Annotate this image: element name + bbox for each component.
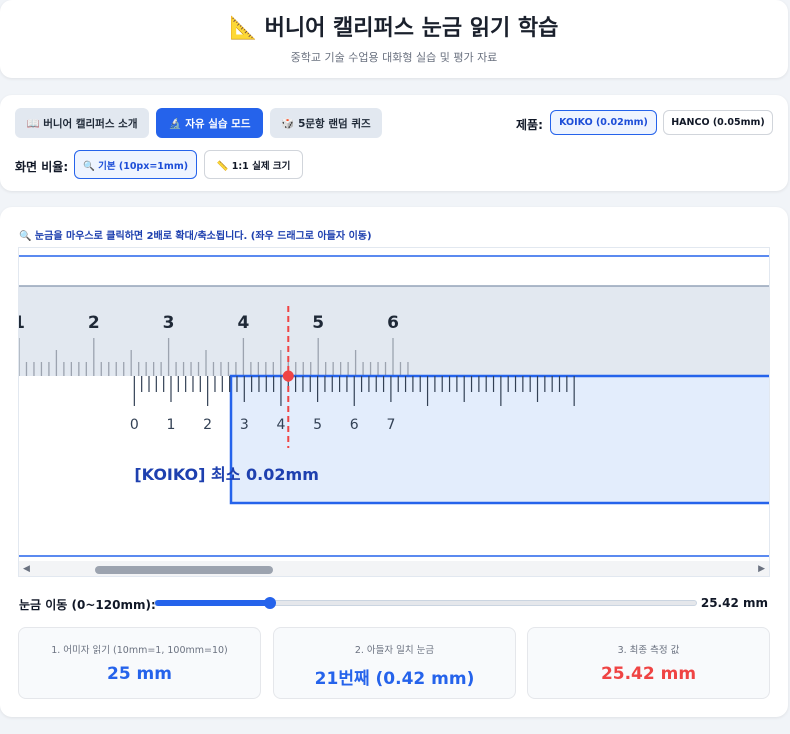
slider-value: 25.42 mm — [700, 596, 768, 610]
header-card: 📐 버니어 캘리퍼스 눈금 읽기 학습 중학교 기술 수업용 대화형 실습 및 … — [0, 0, 788, 78]
practice-mode-button[interactable]: 🔬 자유 실습 모드 — [156, 108, 263, 138]
control-panel: 📖 버니어 캘리퍼스 소개 🔬 자유 실습 모드 🎲 5문항 랜덤 퀴즈 제품:… — [0, 95, 788, 191]
product-label: 제품: — [516, 118, 543, 132]
result-main-card: 1. 어미자 읽기 (10mm=1, 100mm=10) 25 mm — [18, 627, 261, 699]
vernier-number: 5 — [313, 417, 322, 433]
vernier-number: 7 — [386, 417, 395, 433]
slider-label: 눈금 이동 (0~120mm): — [19, 598, 156, 612]
result-final-value: 25.42 mm — [600, 664, 697, 684]
result-final-card: 3. 최종 측정 값 25.42 mm — [527, 627, 770, 699]
slider-fill — [155, 600, 270, 606]
result-vernier-card: 2. 아들자 일치 눈금 21번째 (0.42 mm) — [273, 627, 516, 699]
vernier-number: 6 — [350, 417, 359, 433]
quiz-mode-button[interactable]: 🎲 5문항 랜덤 퀴즈 — [270, 108, 382, 138]
ratio-real-button[interactable]: 📏 1:1 실제 크기 — [204, 150, 303, 179]
result-final-label: 3. 최종 측정 값 — [617, 645, 680, 656]
match-indicator-dot — [282, 370, 294, 382]
product-koiko-button[interactable]: KOIKO (0.02mm) — [550, 110, 657, 135]
scroll-thumb[interactable] — [95, 566, 273, 574]
main-scale-number: 5 — [312, 313, 324, 333]
vernier-number: 2 — [203, 417, 212, 433]
main-scale-number: 4 — [237, 313, 249, 333]
horizontal-scrollbar[interactable]: ◀ ▶ — [19, 561, 769, 576]
position-slider[interactable] — [154, 597, 697, 609]
slider-thumb[interactable] — [263, 597, 276, 609]
vernier-number: 1 — [167, 417, 176, 433]
result-main-value: 25 mm — [106, 664, 172, 684]
zoom-hint: 🔍 눈금을 마우스로 클릭하면 2배로 확대/축소됩니다. (좌우 드래그로 아… — [19, 231, 372, 242]
main-scale-number: 1 — [19, 313, 25, 333]
main-scale-number: 6 — [387, 313, 399, 333]
result-vernier-value: 21번째 (0.42 mm) — [314, 669, 475, 689]
scroll-right-icon[interactable]: ▶ — [758, 564, 765, 574]
intro-mode-button[interactable]: 📖 버니어 캘리퍼스 소개 — [15, 108, 149, 138]
vernier-number: 3 — [240, 417, 249, 433]
caliper-viewport[interactable]: 1 2 3 4 5 6 0 1 2 3 4 5 6 7 [KOIKO] 최소 0.02mm ◀ ▶ — [18, 247, 770, 577]
main-scale-number: 3 — [163, 313, 175, 333]
page-title: 📐 버니어 캘리퍼스 눈금 읽기 학습 — [229, 16, 559, 41]
vernier-number: 4 — [276, 417, 285, 433]
simulator-card: 🔍 눈금을 마우스로 클릭하면 2배로 확대/축소됩니다. (좌우 드래그로 아… — [0, 207, 788, 717]
caliper-scale[interactable]: 1 2 3 4 5 6 0 1 2 3 4 5 6 7 [KOIKO] 최소 0.02mm — [19, 248, 769, 561]
ratio-base-button[interactable]: 🔍 기본 (10px=1mm) — [74, 150, 197, 179]
result-main-label: 1. 어미자 읽기 (10mm=1, 100mm=10) — [51, 645, 228, 656]
page-subtitle: 중학교 기술 수업용 대화형 실습 및 평가 자료 — [290, 51, 498, 64]
scroll-left-icon[interactable]: ◀ — [23, 564, 30, 574]
main-scale-number: 2 — [88, 313, 100, 333]
product-hanco-button[interactable]: HANCO (0.05mm) — [663, 110, 773, 135]
vernier-number: 0 — [130, 417, 139, 433]
result-vernier-label: 2. 아들자 일치 눈금 — [354, 645, 435, 656]
ratio-label: 화면 비율: — [15, 160, 69, 174]
vernier-caption: [KOIKO] 최소 0.02mm — [134, 465, 319, 484]
